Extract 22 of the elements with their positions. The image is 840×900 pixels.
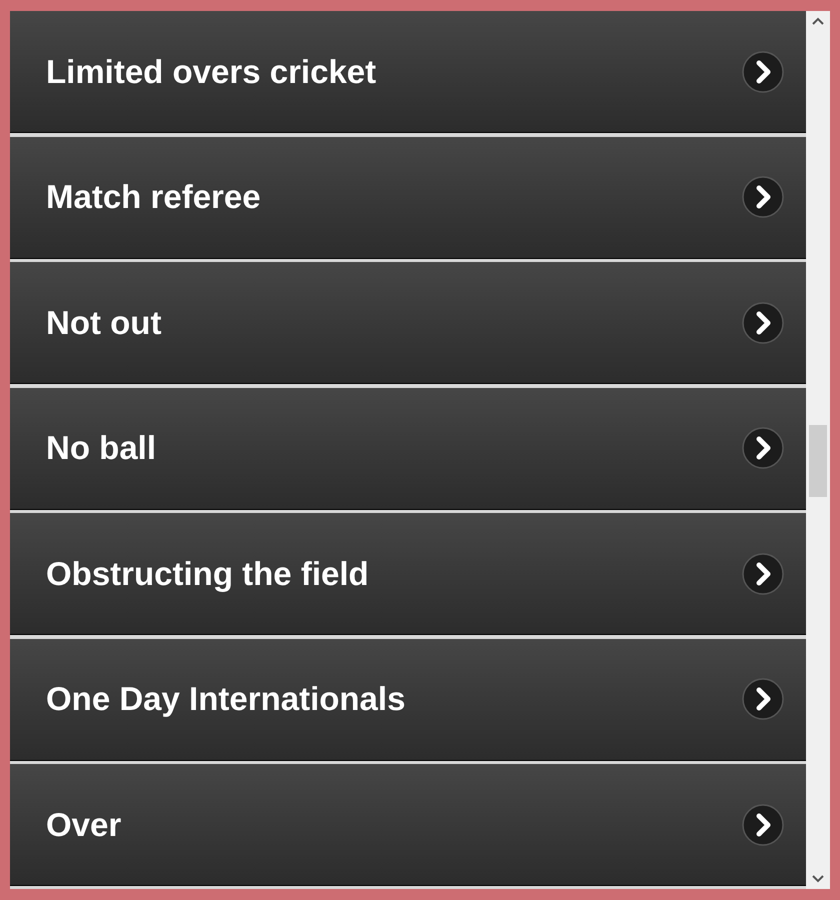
chevron-right-icon bbox=[742, 50, 784, 92]
list-item[interactable]: Obstructing the field bbox=[10, 513, 806, 635]
item-label: Obstructing the field bbox=[46, 554, 369, 594]
list-item[interactable]: No ball bbox=[10, 388, 806, 510]
chevron-right-icon bbox=[742, 552, 784, 594]
list-item[interactable]: One Day Internationals bbox=[10, 638, 806, 760]
item-label: Match referee bbox=[46, 177, 261, 218]
list-item[interactable]: Limited overs cricket bbox=[10, 11, 806, 133]
item-label: Not out bbox=[46, 302, 162, 343]
chevron-right-icon bbox=[742, 804, 784, 846]
list-item[interactable]: Match referee bbox=[10, 136, 806, 258]
list-item[interactable]: Not out bbox=[10, 262, 806, 384]
chevron-right-icon bbox=[742, 427, 784, 469]
item-label: One Day Internationals bbox=[46, 679, 406, 720]
item-label: Over bbox=[46, 804, 122, 845]
list-item[interactable]: Over bbox=[10, 764, 806, 886]
scrollbar-thumb[interactable] bbox=[809, 425, 827, 497]
item-label: No ball bbox=[46, 428, 156, 468]
chevron-right-icon bbox=[742, 678, 784, 720]
chevron-right-icon bbox=[742, 176, 784, 218]
item-label: Limited overs cricket bbox=[46, 52, 376, 92]
chevron-right-icon bbox=[742, 302, 784, 344]
